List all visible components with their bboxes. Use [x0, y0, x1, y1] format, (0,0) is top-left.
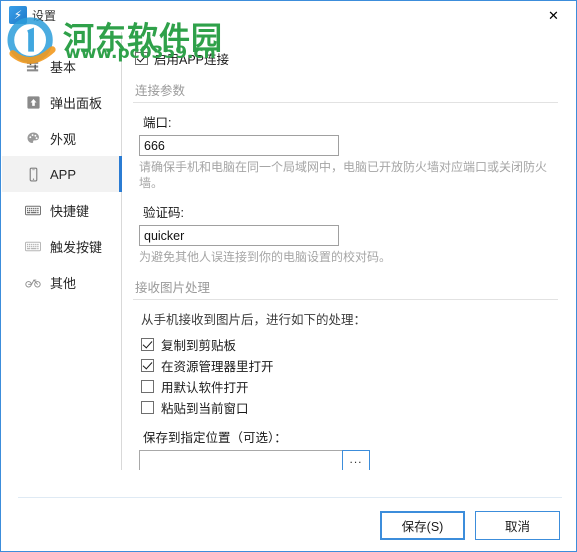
open-in-explorer-checkbox[interactable] [141, 358, 154, 372]
sidebar-item-shortcuts[interactable]: 快捷键 [2, 192, 121, 228]
content-panel: 启用APP连接 连接参数 端口: 请确保手机和电脑在同一个局域网中，电脑已开放防… [123, 32, 576, 472]
option-label: 在资源管理器里打开 [161, 359, 274, 374]
port-hint: 请确保手机和电脑在同一个局域网中，电脑已开放防火墙对应端口或关闭防火墙。 [139, 160, 548, 191]
open-with-default-app-checkbox[interactable] [141, 379, 154, 393]
save-path-row: ... [139, 449, 558, 472]
verification-code-hint: 为避免其他人误连接到你的电脑设置的校对码。 [139, 250, 392, 265]
sidebar-item-trigger-keys[interactable]: 触发按键 [2, 228, 121, 264]
sidebar-item-label: APP [50, 166, 77, 182]
option-label: 用默认软件打开 [161, 380, 249, 395]
close-glyph: ✕ [548, 8, 559, 24]
option-label: 复制到剪贴板 [161, 338, 237, 353]
verification-code-label: 验证码: [143, 206, 184, 221]
option-paste-to-current-window[interactable]: 粘贴到当前窗口 [141, 397, 558, 418]
port-label: 端口: [143, 116, 172, 130]
enable-app-label: 启用APP连接 [154, 53, 230, 67]
option-copy-to-clipboard[interactable]: 复制到剪贴板 [141, 334, 558, 355]
images-intro-text: 从手机接收到图片后，进行如下的处理： [141, 312, 367, 327]
sidebar-item-basic[interactable]: 基本 [2, 48, 121, 84]
sidebar-item-label: 弹出面板 [50, 95, 103, 111]
cancel-button[interactable]: 取消 [475, 511, 560, 540]
port-input[interactable] [139, 135, 339, 156]
verification-code-input[interactable] [139, 225, 339, 247]
sidebar-item-label: 触发按键 [50, 239, 103, 255]
save-path-input[interactable] [139, 449, 342, 472]
section-header-images: 接收图片处理 [133, 277, 558, 300]
phone-icon [25, 166, 41, 182]
sidebar-item-label: 外观 [50, 131, 77, 147]
dialog-footer: 保存(S) 取消 [2, 470, 576, 550]
paste-to-current-window-checkbox[interactable] [141, 400, 154, 414]
option-label: 粘贴到当前窗口 [161, 401, 249, 416]
sidebar-item-label: 基本 [50, 59, 77, 75]
copy-to-clipboard-checkbox[interactable] [141, 337, 154, 351]
sidebar-item-app[interactable]: APP [2, 156, 122, 192]
keyboard-icon [25, 202, 41, 218]
settings-window: 设置 ✕ 基本 弹出面板 外观 [0, 0, 577, 552]
bicycle-icon [25, 274, 41, 290]
option-open-with-default-app[interactable]: 用默认软件打开 [141, 376, 558, 397]
sidebar-item-other[interactable]: 其他 [2, 264, 121, 300]
sidebar: 基本 弹出面板 外观 APP 快捷键 触发按键 其他 [2, 32, 122, 472]
save-path-browse-button[interactable]: ... [342, 449, 370, 472]
sidebar-item-label: 其他 [50, 275, 77, 291]
window-title: 设置 [32, 8, 57, 23]
save-path-label: 保存到指定位置（可选）： [143, 430, 287, 445]
lightning-bolt-icon [9, 6, 27, 24]
section-header-connection: 连接参数 [133, 80, 558, 103]
footer-buttons: 保存(S) 取消 [380, 511, 560, 540]
title-bar: 设置 ✕ [1, 1, 576, 32]
sidebar-item-label: 快捷键 [50, 203, 90, 219]
save-button[interactable]: 保存(S) [380, 511, 465, 540]
footer-divider [18, 497, 562, 498]
close-icon[interactable]: ✕ [531, 1, 576, 31]
enable-app-checkbox[interactable] [135, 52, 148, 65]
title-bar-left: 设置 [9, 6, 56, 24]
enable-app-row[interactable]: 启用APP连接 [135, 49, 558, 68]
sidebar-item-appearance[interactable]: 外观 [2, 120, 121, 156]
sidebar-item-popup-panel[interactable]: 弹出面板 [2, 84, 121, 120]
keyboard-light-icon [25, 238, 41, 254]
panel-up-arrow-icon [25, 94, 41, 110]
palette-icon [25, 130, 41, 146]
option-open-in-explorer[interactable]: 在资源管理器里打开 [141, 355, 558, 376]
list-settings-icon [25, 58, 41, 74]
